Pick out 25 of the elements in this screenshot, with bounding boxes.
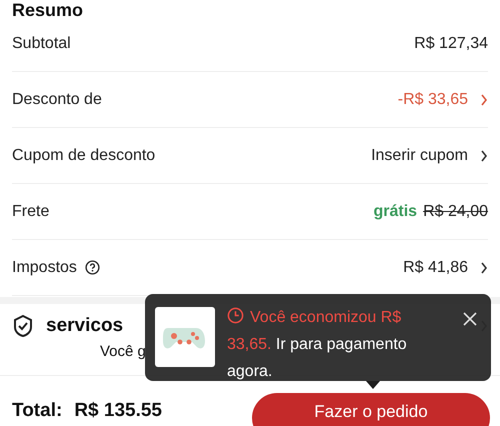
help-icon[interactable]	[84, 260, 100, 275]
close-icon[interactable]	[462, 311, 478, 327]
chevron-right-icon	[480, 150, 488, 162]
row-label: Subtotal	[12, 34, 71, 54]
shield-check-icon	[12, 314, 34, 338]
row-value: R$ 127,34	[414, 34, 488, 54]
services-title: servicos	[46, 315, 124, 337]
credit-text: Você g	[100, 342, 146, 362]
old-shipping-price: R$ 24,00	[423, 202, 488, 222]
chevron-right-icon	[480, 94, 488, 106]
total-value: R$ 135.55	[74, 400, 162, 422]
total-label: Total:	[12, 400, 62, 422]
row-label: Cupom de desconto	[12, 146, 156, 166]
chevron-right-icon	[480, 262, 488, 274]
row-label: Frete	[12, 202, 50, 222]
row-value: R$ 41,86	[403, 258, 468, 278]
free-label: grátis	[373, 202, 418, 222]
discount-value: -R$ 33,65	[398, 90, 468, 110]
row-label: Desconto de	[12, 90, 102, 110]
savings-message[interactable]: Você economizou R$ 33,65. Ir para pagamento agora.	[227, 304, 442, 385]
section-title: Resumo	[12, 0, 84, 20]
place-order-button[interactable]: Fazer o pedido	[252, 393, 490, 426]
coupon-link[interactable]: Inserir cupom	[371, 144, 468, 168]
row-label: Impostos	[12, 258, 77, 278]
clock-icon	[227, 307, 244, 324]
